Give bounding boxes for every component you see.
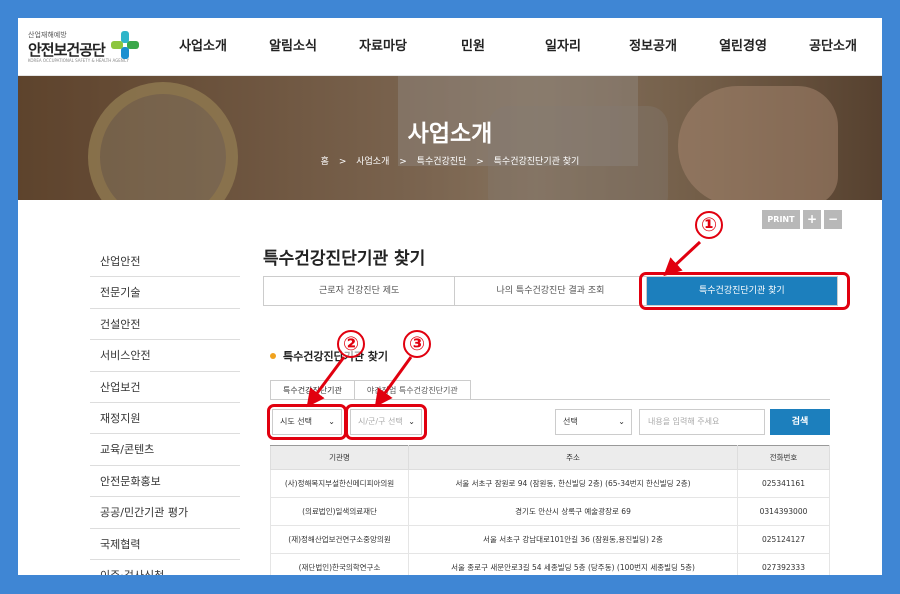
cell-phone: 0314393000 [737,497,830,526]
print-button[interactable]: PRINT [762,210,800,229]
subtab-night-work[interactable]: 야간작업 특수건강진단기관 [353,380,471,400]
institution-table: 기관명 주소 전화번호 (사)정해복지부설한신메디피아의원 서울 서초구 잠원로… [270,445,830,575]
annotation-number-2: ② [337,330,365,358]
cell-name[interactable]: (재단법인)한국의학연구소 [270,553,409,575]
nav-item-management[interactable]: 열린경영 [698,18,788,76]
zoom-out-button[interactable]: − [824,210,842,229]
annotation-number-1: ① [695,211,723,239]
search-input[interactable]: 내용을 입력해 주세요 [639,409,765,435]
table-row[interactable]: (재단법인)한국의학연구소 서울 종로구 새문안로3길 54 세종빌딩 5층 (… [270,553,830,575]
utility-buttons: PRINT + − [762,210,842,229]
breadcrumb-separator: > [399,157,407,167]
cell-address: 서울 서초구 잠원로 94 (잠원동, 한신빌딩 2층) (65-34번지 한신… [408,469,738,498]
cell-name[interactable]: (의료법인)일색의료재단 [270,497,409,526]
tab-my-results[interactable]: 나의 특수건강진단 결과 조회 [455,277,647,305]
hero-title: 사업소개 [407,121,493,147]
column-header-name: 기관명 [270,445,409,470]
sidebar-item-culture[interactable]: 안전문화홍보 [90,466,240,498]
arrow-1 [663,240,702,277]
search-button[interactable]: 검색 [770,409,830,435]
table-row[interactable]: (사)정해복지부설한신메디피아의원 서울 서초구 잠원로 94 (잠원동, 한신… [270,469,830,498]
table-row[interactable]: (의료법인)일색의료재단 경기도 안산시 상록구 예술광장로 69 031439… [270,497,830,526]
breadcrumb-current: 특수건강진단기관 찾기 [493,157,580,167]
breadcrumb-separator: > [338,157,347,167]
sidebar-item-industrial-safety[interactable]: 산업안전 [90,246,240,278]
cell-address: 경기도 안산시 상록구 예술광장로 69 [408,497,738,526]
browser-frame: 산업재해예방 안전보건공단 KOREA OCCUPATIONAL SAFETY … [18,18,882,575]
search-type-select[interactable]: 선택 ⌄ [555,409,632,435]
sidebar-item-inspection[interactable]: 이주·검사신청 [90,560,240,575]
sidebar-item-health[interactable]: 산업보건 [90,372,240,403]
cell-phone: 027392333 [737,553,830,575]
nav-item-news[interactable]: 알림소식 [248,18,338,76]
sidebar-item-funding[interactable]: 재정지원 [90,403,240,435]
subtab-divider [270,399,830,400]
sidebar-item-service[interactable]: 서비스안전 [90,340,240,372]
cell-address: 서울 서초구 강남대로101안길 36 (잠원동,용진빌딩) 2층 [408,525,738,554]
nav-item-civil[interactable]: 민원 [428,18,518,76]
subtab-special-exam[interactable]: 특수건강진단기관 [270,380,355,400]
site-header: 산업재해예방 안전보건공단 KOREA OCCUPATIONAL SAFETY … [18,18,882,76]
table-row[interactable]: (재)정해산업보건연구소중앙의원 서울 서초구 강남대로101안길 36 (잠원… [270,525,830,554]
logo-name: 안전보건공단 [28,41,106,59]
sidebar-item-construction[interactable]: 건설안전 [90,309,240,341]
tab-exam-system[interactable]: 근로자 건강진단 제도 [264,277,456,305]
nav-item-disclosure[interactable]: 정보공개 [608,18,698,76]
cell-name[interactable]: (사)정해복지부설한신메디피아의원 [270,469,409,498]
sub-tabs: 특수건강진단기관 야간작업 특수건강진단기관 [270,380,471,400]
cell-phone: 025124127 [737,525,830,554]
nav-item-jobs[interactable]: 일자리 [518,18,608,76]
nav-item-about[interactable]: 공단소개 [788,18,878,76]
cell-address: 서울 종로구 새문안로3길 54 세종빌딩 5층 (당주동) (100번지 세종… [408,553,738,575]
cell-name[interactable]: (재)정해산업보건연구소중앙의원 [270,525,409,554]
section-title: 특수건강진단기관 찾기 [270,348,388,364]
column-header-address: 주소 [408,445,738,470]
bullet-dot-icon [270,353,276,359]
zoom-in-button[interactable]: + [803,210,821,229]
sidebar-item-evaluation[interactable]: 공공/민간기관 평가 [90,497,240,529]
breadcrumb-special-exam[interactable]: 특수건강진단 [417,157,467,167]
sidebar-item-education[interactable]: 교육/콘텐츠 [90,434,240,466]
breadcrumb: 홈 > 사업소개 > 특수건강진단 > 특수건강진단기관 찾기 [18,154,882,167]
nav-item-business[interactable]: 사업소개 [158,18,248,76]
column-header-phone: 전화번호 [737,445,830,470]
site-logo[interactable]: 산업재해예방 안전보건공단 KOREA OCCUPATIONAL SAFETY … [28,30,140,66]
logo-cross-icon [111,31,139,59]
annotation-number-3: ③ [403,330,431,358]
annotation-box-tab [639,272,850,310]
breadcrumb-business[interactable]: 사업소개 [356,157,389,167]
breadcrumb-home[interactable]: 홈 [321,157,329,167]
search-type-value: 선택 [563,417,578,426]
sidebar-menu: 산업안전 전문기술 건설안전 서비스안전 산업보건 재정지원 교육/콘텐츠 안전… [90,246,240,575]
page-title: 특수건강진단기관 찾기 [263,249,426,269]
chevron-down-icon: ⌄ [618,417,625,426]
hero-banner: 사업소개 홈 > 사업소개 > 특수건강진단 > 특수건강진단기관 찾기 [18,76,882,200]
annotation-box-sigungu [345,404,427,440]
cell-phone: 025341161 [737,469,830,498]
sidebar-item-technical[interactable]: 전문기술 [90,277,240,309]
breadcrumb-separator: > [476,157,484,167]
annotation-box-sido [267,404,347,440]
sidebar-item-international[interactable]: 국제협력 [90,529,240,560]
table-header-row: 기관명 주소 전화번호 [270,445,830,470]
section-title-text: 특수건강진단기관 찾기 [283,350,389,363]
nav-item-resources[interactable]: 자료마당 [338,18,428,76]
main-nav: 사업소개 알림소식 자료마당 민원 일자리 정보공개 열린경영 공단소개 [158,18,878,76]
